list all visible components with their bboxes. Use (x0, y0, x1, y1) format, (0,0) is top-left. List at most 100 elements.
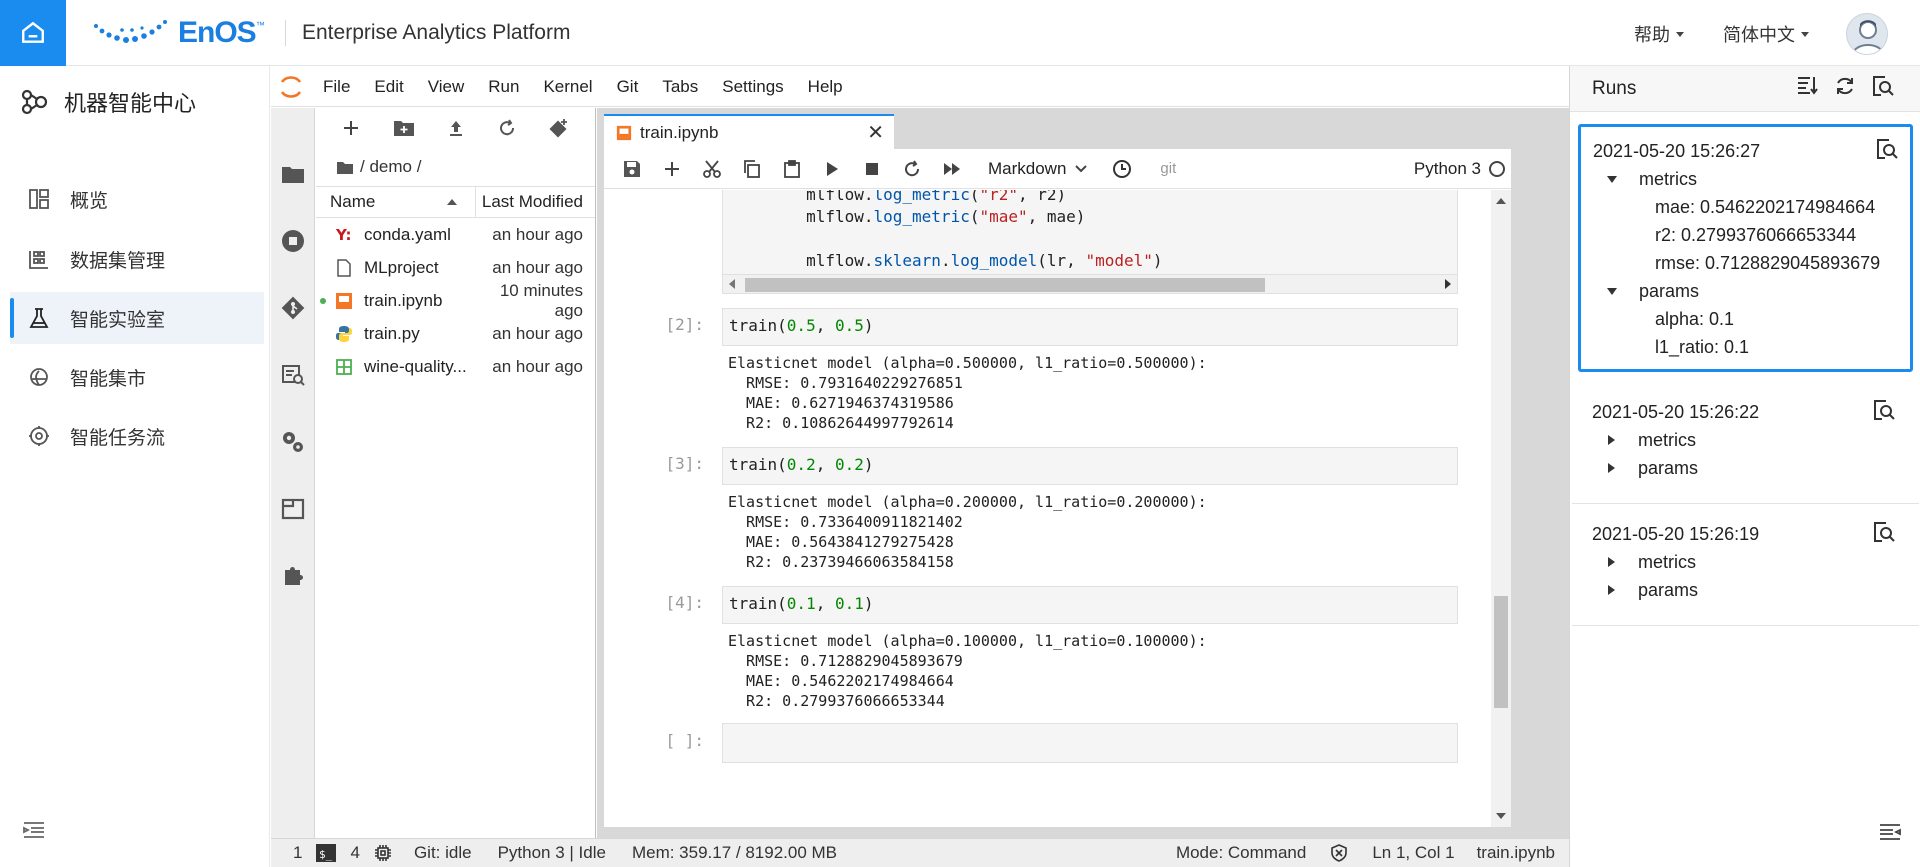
scroll-down-icon[interactable] (1496, 813, 1506, 819)
help-menu[interactable]: 帮助 (1634, 21, 1684, 47)
experiments-icon[interactable] (279, 361, 307, 389)
trusted-icon[interactable] (1330, 844, 1348, 862)
kernel-count[interactable]: 4 (350, 843, 359, 863)
folder-icon[interactable] (336, 160, 354, 175)
search-runs-button[interactable] (1872, 75, 1894, 103)
params-node[interactable]: params (1593, 277, 1898, 305)
copy-button[interactable] (732, 154, 772, 184)
restart-button[interactable] (892, 154, 932, 184)
mode-indicator[interactable]: Mode: Command (1176, 843, 1306, 863)
scrollbar-thumb[interactable] (745, 278, 1265, 292)
run-all-button[interactable] (932, 154, 972, 184)
view-run-button[interactable] (1873, 399, 1895, 426)
cell-type-select[interactable]: Markdown (988, 159, 1088, 179)
collapse-panel-button[interactable] (1878, 822, 1902, 847)
sort-by-modified[interactable]: Last Modified (476, 192, 595, 212)
code-cell-input[interactable]: mlflow.log_metric("r2", r2) mlflow.log_m… (722, 190, 1458, 278)
git-icon[interactable] (279, 294, 307, 322)
home-button[interactable] (0, 0, 66, 66)
file-row[interactable]: train.py an hour ago (316, 317, 595, 350)
tabs-icon[interactable] (279, 495, 307, 523)
nav-item-datasets[interactable]: 数据集管理 (10, 233, 264, 285)
nav-item-lab[interactable]: 智能实验室 (10, 292, 264, 344)
nav-item-workflow[interactable]: 智能任务流 (10, 410, 264, 462)
insert-cell-button[interactable] (652, 154, 692, 184)
menu-view[interactable]: View (416, 77, 477, 97)
vertical-scrollbar[interactable] (1491, 190, 1511, 827)
menu-settings[interactable]: Settings (710, 77, 795, 97)
folder-icon[interactable] (279, 160, 307, 188)
sort-by-name[interactable]: Name (316, 187, 476, 217)
metrics-node[interactable]: metrics (1593, 165, 1898, 193)
workflow-icon (26, 423, 52, 449)
params-node[interactable]: params (1592, 454, 1907, 482)
close-icon[interactable]: ✕ (867, 120, 884, 145)
metrics-node[interactable]: metrics (1592, 426, 1907, 454)
new-folder-button[interactable] (393, 119, 415, 142)
cut-button[interactable] (692, 154, 732, 184)
menu-help[interactable]: Help (796, 77, 855, 97)
search-document-icon (1877, 138, 1898, 159)
menu-git[interactable]: Git (605, 77, 651, 97)
column-name-label: Name (330, 192, 376, 211)
run-item[interactable]: 2021-05-20 15:26:19 metrics params (1572, 510, 1919, 626)
breadcrumb-path[interactable]: / demo / (360, 157, 421, 177)
code-cell-input[interactable]: train(0.2, 0.2) (722, 447, 1458, 485)
running-kernels-icon[interactable] (279, 227, 307, 255)
interrupt-button[interactable] (852, 154, 892, 184)
file-row[interactable]: train.ipynb 10 minutes ago (316, 281, 595, 320)
empty-code-cell[interactable] (722, 723, 1458, 763)
code-cell-input[interactable]: train(0.5, 0.5) (722, 308, 1458, 346)
git-status[interactable]: Git: idle (414, 843, 472, 863)
terminal-count[interactable]: 1 (293, 843, 302, 863)
paste-button[interactable] (772, 154, 812, 184)
nav-item-overview[interactable]: 概览 (10, 173, 264, 225)
metrics-node[interactable]: metrics (1592, 548, 1907, 576)
scroll-left-icon[interactable] (729, 279, 735, 289)
upload-button[interactable] (447, 119, 465, 142)
file-row[interactable]: Y: conda.yaml an hour ago (316, 218, 595, 251)
scroll-up-icon[interactable] (1496, 198, 1506, 204)
view-run-button[interactable] (1873, 521, 1895, 548)
view-run-button[interactable] (1876, 138, 1898, 165)
notebook-cells: mlflow.log_metric("r2", r2) mlflow.log_m… (604, 190, 1511, 827)
menu-file[interactable]: File (311, 77, 362, 97)
menu-tabs[interactable]: Tabs (650, 77, 710, 97)
extensions-icon[interactable] (279, 562, 307, 590)
refresh-button[interactable] (1834, 75, 1856, 103)
scrollbar-thumb[interactable] (1494, 596, 1508, 708)
gears-icon[interactable] (279, 428, 307, 456)
sort-button[interactable] (1796, 75, 1818, 103)
dashboard-icon (26, 186, 52, 212)
scroll-right-icon[interactable] (1445, 279, 1451, 289)
cell-output: Elasticnet model (alpha=0.100000, l1_rat… (728, 632, 1207, 710)
code-cell-input[interactable]: train(0.1, 0.1) (722, 586, 1458, 624)
save-button[interactable] (612, 154, 652, 184)
avatar[interactable] (1846, 13, 1888, 55)
git-clone-button[interactable] (549, 118, 569, 143)
run-item[interactable]: 2021-05-20 15:26:22 metrics params (1572, 388, 1919, 504)
cursor-position[interactable]: Ln 1, Col 1 (1372, 843, 1454, 863)
nav-item-market[interactable]: 智能集市 (10, 351, 264, 403)
breadcrumb: / demo / (316, 152, 595, 182)
collapse-nav-button[interactable] (22, 820, 46, 845)
kernel-chip-icon[interactable] (374, 844, 392, 862)
language-menu[interactable]: 简体中文 (1723, 21, 1809, 47)
clock-button[interactable] (1102, 154, 1142, 184)
run-item[interactable]: 2021-05-20 15:26:27 metrics mae: 0.54622… (1578, 124, 1913, 372)
file-list-header: Name Last Modified (316, 186, 595, 218)
params-node[interactable]: params (1592, 576, 1907, 604)
terminal-icon[interactable]: $_ (316, 844, 337, 862)
file-row[interactable]: MLproject an hour ago (316, 251, 595, 284)
menu-run[interactable]: Run (476, 77, 531, 97)
horizontal-scrollbar[interactable] (722, 274, 1458, 294)
file-row[interactable]: wine-quality... an hour ago (316, 350, 595, 383)
new-launcher-button[interactable] (342, 119, 360, 142)
tab-train-notebook[interactable]: train.ipynb ✕ (604, 114, 894, 149)
refresh-button[interactable] (498, 118, 516, 142)
kernel-name[interactable]: Python 3 (1414, 159, 1481, 179)
kernel-status[interactable]: Python 3 | Idle (498, 843, 606, 863)
run-button[interactable] (812, 154, 852, 184)
menu-edit[interactable]: Edit (362, 77, 415, 97)
menu-kernel[interactable]: Kernel (531, 77, 604, 97)
